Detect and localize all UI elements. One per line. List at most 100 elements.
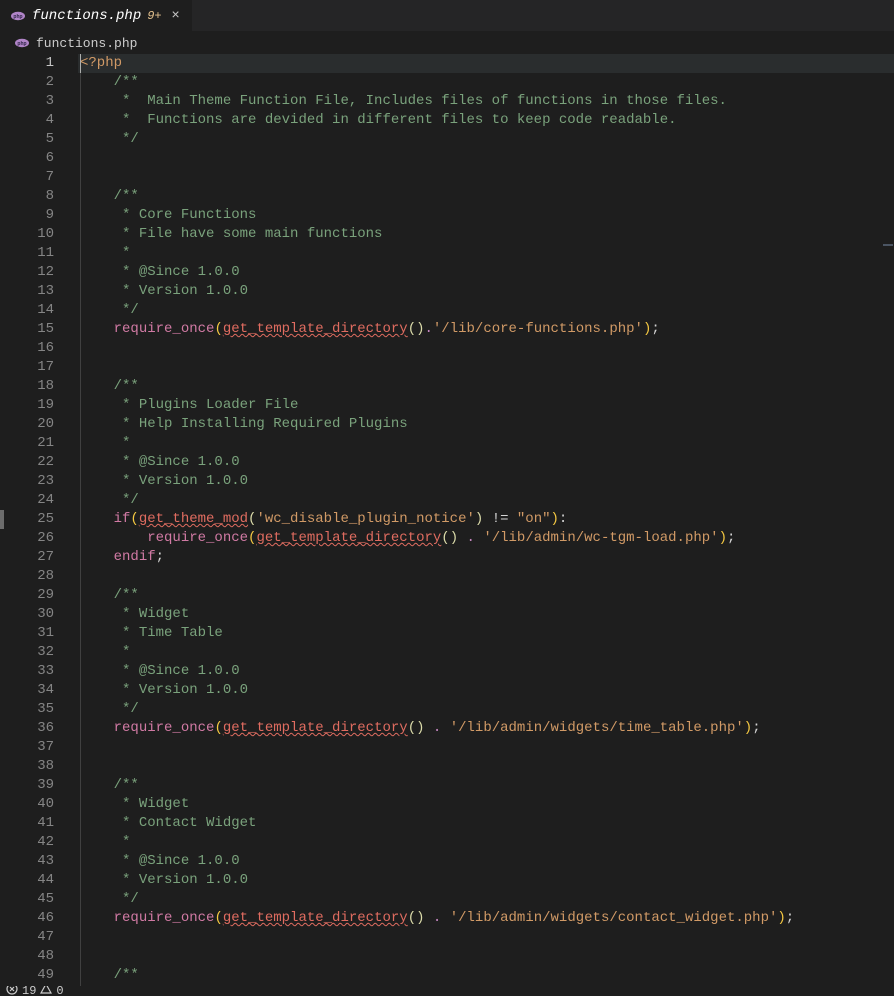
code-line[interactable]: /**: [78, 586, 894, 605]
code-line[interactable]: /**: [78, 187, 894, 206]
code-line[interactable]: */: [78, 130, 894, 149]
code-line[interactable]: /**: [78, 377, 894, 396]
line-number: 11: [12, 244, 64, 263]
code-line[interactable]: * Version 1.0.0: [78, 472, 894, 491]
code-line[interactable]: */: [78, 700, 894, 719]
code-token: [80, 378, 114, 394]
php-file-icon: php: [10, 8, 26, 24]
code-line[interactable]: /**: [78, 73, 894, 92]
code-area[interactable]: <?php /** * Main Theme Function File, In…: [78, 54, 894, 986]
code-line[interactable]: * Version 1.0.0: [78, 282, 894, 301]
code-line[interactable]: * File have some main functions: [78, 225, 894, 244]
code-line[interactable]: * Widget: [78, 605, 894, 624]
line-number: 2: [12, 73, 64, 92]
code-line[interactable]: [78, 149, 894, 168]
code-line[interactable]: *: [78, 244, 894, 263]
code-line[interactable]: * Widget: [78, 795, 894, 814]
code-token: * Plugins Loader File: [114, 397, 299, 413]
code-token: [80, 720, 114, 736]
line-number: 38: [12, 757, 64, 776]
code-token: ;: [727, 530, 735, 546]
code-line[interactable]: * Version 1.0.0: [78, 871, 894, 890]
breadcrumb-file[interactable]: functions.php: [36, 36, 137, 51]
code-token: (): [441, 530, 458, 546]
tab-functions-php[interactable]: php functions.php 9+ ×: [0, 0, 192, 31]
line-number: 33: [12, 662, 64, 681]
code-line[interactable]: *: [78, 434, 894, 453]
code-line[interactable]: [78, 947, 894, 966]
code-line[interactable]: <?php: [78, 54, 894, 73]
code-line[interactable]: require_once(get_template_directory() . …: [78, 719, 894, 738]
code-token: [80, 606, 114, 622]
code-line[interactable]: [78, 757, 894, 776]
line-number: 7: [12, 168, 64, 187]
code-line[interactable]: * Core Functions: [78, 206, 894, 225]
code-line[interactable]: * @Since 1.0.0: [78, 852, 894, 871]
code-token: '/lib/core-functions.php': [433, 321, 643, 337]
code-line[interactable]: require_once(get_template_directory() . …: [78, 529, 894, 548]
code-token: * @Since 1.0.0: [114, 663, 240, 679]
code-token: require_once: [114, 720, 215, 736]
code-line[interactable]: require_once(get_template_directory().'/…: [78, 320, 894, 339]
code-token: [80, 777, 114, 793]
code-token: [80, 530, 147, 546]
code-token: [80, 302, 114, 318]
code-line[interactable]: *: [78, 643, 894, 662]
line-number: 15: [12, 320, 64, 339]
line-number: 25: [12, 510, 64, 529]
code-line[interactable]: /**: [78, 776, 894, 795]
code-line[interactable]: require_once(get_template_directory() . …: [78, 909, 894, 928]
code-line[interactable]: [78, 928, 894, 947]
line-number: 9: [12, 206, 64, 225]
code-line[interactable]: /**: [78, 966, 894, 985]
code-line[interactable]: [78, 567, 894, 586]
code-line[interactable]: [78, 358, 894, 377]
code-line[interactable]: [78, 738, 894, 757]
code-token: *: [114, 644, 131, 660]
line-number: 1: [12, 54, 64, 73]
code-token: [80, 131, 114, 147]
code-token: <?php: [80, 55, 122, 71]
code-token: [80, 112, 114, 128]
code-token: get_template_directory: [223, 910, 408, 926]
code-token: * Help Installing Required Plugins: [114, 416, 408, 432]
code-line[interactable]: */: [78, 890, 894, 909]
code-line[interactable]: * @Since 1.0.0: [78, 453, 894, 472]
code-token: (: [130, 511, 138, 527]
php-file-icon: php: [14, 35, 30, 51]
code-line[interactable]: [78, 168, 894, 187]
line-number: 8: [12, 187, 64, 206]
code-token: '/lib/admin/widgets/time_table.php': [450, 720, 744, 736]
overview-ruler: [0, 54, 12, 986]
line-number: 32: [12, 643, 64, 662]
code-line[interactable]: * Contact Widget: [78, 814, 894, 833]
code-line[interactable]: * Plugins Loader File: [78, 396, 894, 415]
code-line[interactable]: [78, 339, 894, 358]
code-line[interactable]: endif;: [78, 548, 894, 567]
code-line[interactable]: * Version 1.0.0: [78, 681, 894, 700]
editor[interactable]: 1234567891011121314151617181920212223242…: [0, 54, 894, 986]
code-token: require_once: [114, 321, 215, 337]
svg-text:php: php: [13, 14, 22, 20]
code-line[interactable]: * Functions are devided in different fil…: [78, 111, 894, 130]
code-line[interactable]: * Time Table: [78, 624, 894, 643]
code-line[interactable]: * Main Theme Function File, Includes fil…: [78, 92, 894, 111]
code-token: [80, 511, 114, 527]
code-token: * @Since 1.0.0: [114, 264, 240, 280]
tab-title: functions.php: [32, 8, 141, 24]
code-token: endif: [114, 549, 156, 565]
code-line[interactable]: * Help Installing Required Plugins: [78, 415, 894, 434]
code-token: [80, 435, 114, 451]
close-icon[interactable]: ×: [168, 8, 184, 24]
code-token: [80, 644, 114, 660]
code-line[interactable]: */: [78, 301, 894, 320]
code-token: * Widget: [114, 606, 190, 622]
code-line[interactable]: *: [78, 833, 894, 852]
line-number: 45: [12, 890, 64, 909]
code-line[interactable]: * @Since 1.0.0: [78, 662, 894, 681]
code-line[interactable]: */: [78, 491, 894, 510]
code-line[interactable]: if(get_theme_mod('wc_disable_plugin_noti…: [78, 510, 894, 529]
code-token: [80, 872, 114, 888]
vertical-scrollbar[interactable]: [882, 54, 894, 986]
code-line[interactable]: * @Since 1.0.0: [78, 263, 894, 282]
